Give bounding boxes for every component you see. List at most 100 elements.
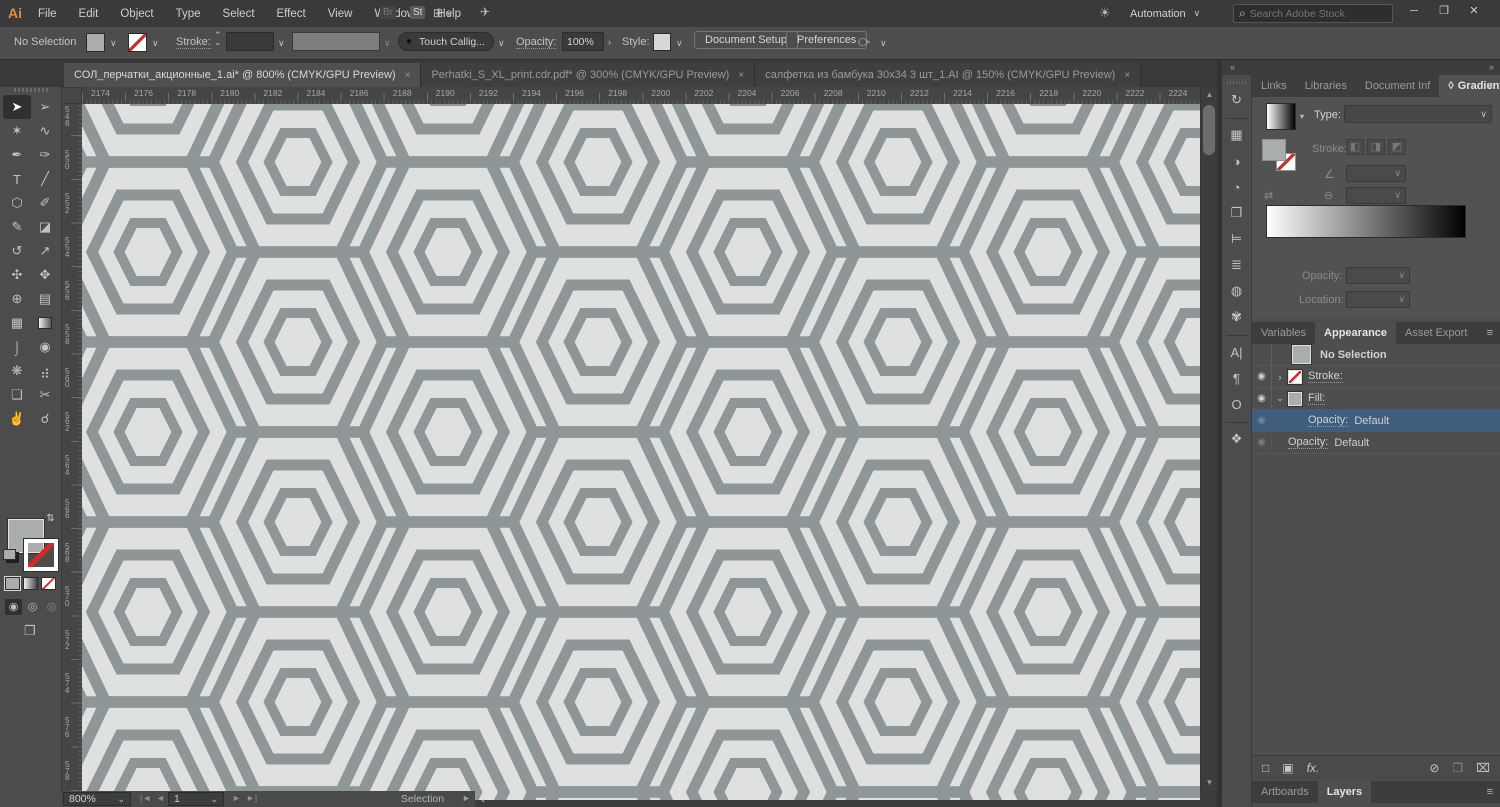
stroke-none-swatch[interactable]	[1288, 370, 1302, 384]
width-profile-chevron-icon[interactable]: ∨	[384, 38, 391, 49]
opacity-label[interactable]: Opacity:	[516, 36, 556, 49]
free-transform-tool[interactable]: ✥	[31, 263, 59, 287]
rotate-tool[interactable]: ↺	[3, 239, 31, 263]
gradient-tool[interactable]	[31, 311, 59, 335]
column-graph-tool[interactable]: ⣴	[31, 359, 59, 383]
isolate-chevron-icon[interactable]: ∨	[880, 38, 887, 49]
draw-behind-icon[interactable]: ◎	[24, 599, 41, 615]
toolbar-grip[interactable]	[14, 88, 48, 92]
fill-chevron-icon[interactable]: ∨	[110, 38, 117, 49]
stroke-weight-label[interactable]: Stroke:	[176, 36, 211, 49]
vertical-ruler[interactable]: 5 4 85 5 05 5 25 5 45 5 65 5 85 6 05 6 2…	[62, 104, 82, 791]
tab-variables[interactable]: Variables	[1252, 322, 1315, 344]
color-mode-button[interactable]	[5, 577, 20, 590]
fill-swatch[interactable]	[1288, 392, 1302, 406]
document-tab-3[interactable]: салфетка из бамбука 30x34 3 шт_1.AI @ 15…	[755, 63, 1141, 87]
gradient-stroke-option-2-icon[interactable]: ◨	[1367, 139, 1385, 155]
gradient-aspect-dropdown[interactable]: ∨	[1346, 187, 1406, 204]
style-chevron-icon[interactable]: ∨	[676, 38, 683, 49]
toolbar-stroke-swatch[interactable]	[24, 539, 58, 571]
automation-dropdown[interactable]: Automation∨	[1130, 4, 1225, 23]
opacity-field[interactable]	[562, 32, 604, 51]
mesh-tool[interactable]: ▦	[3, 311, 31, 335]
artboard-number-dropdown[interactable]: 1 ⌄	[168, 792, 224, 806]
dock-grip[interactable]	[1227, 81, 1247, 84]
visibility-eye-icon[interactable]: ◉	[1252, 366, 1272, 387]
menu-type[interactable]: Type	[176, 8, 201, 20]
search-input[interactable]	[1250, 8, 1375, 20]
row-expand-chevron-icon[interactable]: ›	[1272, 372, 1288, 382]
rotate-view-panel-icon[interactable]: ↻	[1224, 87, 1250, 113]
menu-edit[interactable]: Edit	[79, 8, 99, 20]
previous-artboard-button[interactable]: ◄	[156, 793, 165, 803]
row-expand-chevron-icon[interactable]: ⌄	[1272, 393, 1288, 404]
visibility-eye-icon[interactable]: ◉	[1252, 432, 1272, 453]
line-segment-tool[interactable]: ╱	[31, 167, 59, 191]
ruler-corner[interactable]	[60, 87, 82, 104]
workspace-switcher-icon[interactable]: ⊞ ∨	[433, 6, 453, 20]
brush-chevron-icon[interactable]: ∨	[498, 38, 505, 49]
shape-builder-tool[interactable]: ⊕	[3, 287, 31, 311]
draw-normal-icon[interactable]: ◉	[5, 599, 22, 615]
menu-object[interactable]: Object	[120, 8, 153, 20]
color-guide-panel-icon[interactable]: ◔	[1224, 174, 1250, 200]
close-button[interactable]: ✕	[1460, 0, 1488, 22]
width-tool[interactable]: ✣	[3, 263, 31, 287]
minimize-button[interactable]: ─	[1400, 0, 1428, 22]
graphic-styles-panel-icon[interactable]: ❐	[1224, 200, 1250, 226]
bridge-icon[interactable]: Br	[380, 6, 396, 19]
magic-wand-tool[interactable]: ✶	[3, 119, 31, 143]
adobe-stock-search[interactable]: ⌕	[1233, 4, 1393, 23]
direct-selection-tool[interactable]: ➢	[31, 95, 59, 119]
default-fill-stroke-icon[interactable]	[3, 549, 16, 560]
appearance-row[interactable]: No Selection	[1252, 344, 1500, 366]
restore-button[interactable]: ❐	[1430, 0, 1458, 22]
appearance-row[interactable]: ◉Opacity:Default	[1252, 410, 1500, 432]
next-artboard-button[interactable]: ►	[232, 793, 241, 803]
curvature-tool[interactable]: ✑	[31, 143, 59, 167]
collapse-dock-icon[interactable]: «	[1230, 62, 1235, 72]
swatches-panel-icon[interactable]: ▦	[1224, 122, 1250, 148]
document-tab-2[interactable]: Perhatki_S_XL_print.cdr.pdf* @ 300% (CMY…	[421, 63, 755, 87]
tab-links[interactable]: Links	[1252, 75, 1296, 97]
tab-asset-export[interactable]: Asset Export	[1396, 322, 1476, 344]
menu-file[interactable]: File	[38, 8, 57, 20]
gpu-performance-icon[interactable]: ✈	[480, 5, 490, 19]
stroke-panel-icon[interactable]: ≣	[1224, 252, 1250, 278]
gradient-mode-button[interactable]	[23, 577, 38, 590]
zoom-level-dropdown[interactable]: 800% ⌄	[63, 792, 131, 806]
gradient-slider[interactable]	[1266, 205, 1466, 238]
gradient-type-dropdown[interactable]: ∨	[1344, 105, 1492, 123]
align-panel-icon[interactable]: ⊨	[1224, 226, 1250, 252]
gradient-preview-swatch[interactable]	[1266, 103, 1296, 130]
scroll-up-arrow-icon[interactable]: ▲	[1201, 87, 1218, 102]
transparency-panel-icon[interactable]: ◍	[1224, 278, 1250, 304]
fill-swatch[interactable]	[1292, 345, 1311, 364]
last-artboard-button[interactable]: ►|	[246, 793, 257, 803]
gradient-swatch-chevron-icon[interactable]: ▾	[1300, 112, 1304, 121]
swap-fill-stroke-icon[interactable]: ⇄	[45, 513, 56, 521]
slice-tool[interactable]: ✂	[31, 383, 59, 407]
close-tab-icon[interactable]: ×	[1124, 70, 1130, 81]
shaper-tool[interactable]: ✎	[3, 215, 31, 239]
tab-libraries[interactable]: Libraries	[1296, 75, 1356, 97]
vertical-scroll-thumb[interactable]	[1203, 105, 1215, 155]
close-tab-icon[interactable]: ×	[405, 70, 411, 81]
eraser-tool[interactable]: ◪	[31, 215, 59, 239]
appearance-row[interactable]: ◉Opacity:Default	[1252, 432, 1500, 454]
tab-appearance[interactable]: Appearance	[1315, 322, 1396, 344]
brush-definition-dropdown[interactable]: ● Touch Callig...	[398, 32, 494, 51]
menu-select[interactable]: Select	[223, 8, 255, 20]
tab-layers[interactable]: Layers	[1318, 781, 1371, 803]
scale-tool[interactable]: ↗	[31, 239, 59, 263]
panel-menu-icon[interactable]: ≡	[1487, 786, 1493, 798]
none-mode-button[interactable]	[41, 577, 56, 590]
color-panel-icon[interactable]: ◑	[1224, 148, 1250, 174]
stock-icon[interactable]: St	[410, 6, 425, 19]
stroke-chevron-icon[interactable]: ∨	[152, 38, 159, 49]
type-tool[interactable]: T	[3, 167, 31, 191]
first-artboard-button[interactable]: |◄	[140, 793, 151, 803]
zoom-tool[interactable]: ☌	[31, 407, 59, 431]
scroll-left-arrow-icon[interactable]: ‹	[481, 792, 485, 806]
symbol-sprayer-tool[interactable]: ❋	[3, 359, 31, 383]
